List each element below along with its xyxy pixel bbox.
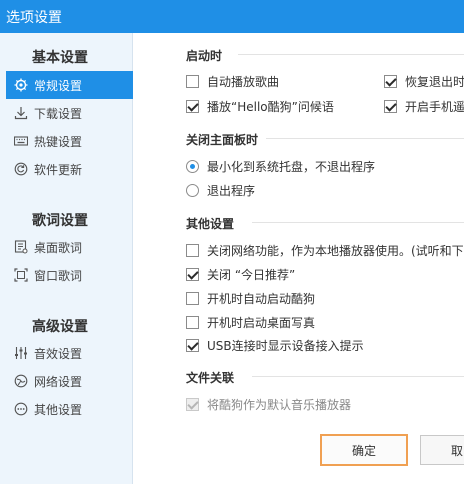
title-bar: 选项设置 (0, 0, 464, 33)
sidebar-item-hotkey[interactable]: 热键设置 (6, 127, 133, 155)
sidebar-item-general[interactable]: 常规设置 (6, 71, 133, 99)
checkbox[interactable] (186, 339, 199, 352)
option-phone-remote[interactable]: 开启手机遥 (384, 98, 464, 115)
download-icon (6, 99, 32, 127)
option-label: USB连接时显示设备接入提示 (207, 339, 364, 353)
checkbox[interactable] (186, 244, 199, 257)
ok-button[interactable]: 确定 (320, 434, 408, 466)
network-icon (6, 367, 32, 395)
update-icon (6, 155, 32, 183)
option-label: 开机时自动启动酷狗 (207, 292, 316, 306)
sidebar-item-label: 下载设置 (34, 106, 83, 121)
option-label: 将酷狗作为默认音乐播放器 (207, 398, 352, 412)
keyboard-icon (6, 127, 32, 155)
sidebar-item-label: 热键设置 (34, 134, 83, 149)
section-divider (238, 54, 464, 55)
sidebar-item-sound-effects[interactable]: 音效设置 (6, 339, 133, 367)
sidebar-item-label: 常规设置 (34, 78, 83, 93)
option-disable-network[interactable]: 关闭网络功能，作为本地播放器使用。(试听和下 (186, 242, 464, 259)
option-restore-on-exit[interactable]: 恢复退出时 (384, 73, 464, 90)
option-label: 关闭网络功能，作为本地播放器使用。(试听和下 (207, 244, 464, 258)
sidebar-item-network[interactable]: 网络设置 (6, 367, 133, 395)
option-disable-daily-recommend[interactable]: 关闭 “今日推荐” (186, 266, 295, 283)
cancel-button[interactable]: 取 (420, 435, 464, 465)
checkbox[interactable] (186, 75, 199, 88)
gear-icon (6, 71, 32, 99)
section-title-other: 其他设置 (186, 217, 235, 231)
option-autostart[interactable]: 开机时自动启动酷狗 (186, 290, 315, 307)
group-title-basic: 基本设置 (32, 50, 88, 66)
section-title-startup: 启动时 (186, 49, 223, 63)
section-title-close-panel: 关闭主面板时 (186, 133, 259, 147)
group-title-lyrics: 歌词设置 (32, 213, 88, 229)
sidebar-item-label: 网络设置 (34, 374, 83, 389)
equalizer-icon (6, 339, 32, 367)
sidebar-item-window-lyrics[interactable]: 窗口歌词 (6, 261, 133, 289)
checkbox[interactable] (384, 75, 397, 88)
option-default-player: 将酷狗作为默认音乐播放器 (186, 396, 351, 413)
sidebar-item-label: 窗口歌词 (34, 268, 83, 283)
sidebar-item-desktop-lyrics[interactable]: 桌面歌词 (6, 233, 133, 261)
option-label: 播放“Hello酷狗”问候语 (207, 100, 334, 114)
section-title-file-assoc: 文件关联 (186, 371, 235, 385)
option-label: 退出程序 (207, 184, 256, 198)
window-title: 选项设置 (6, 10, 62, 26)
option-label: 最小化到系统托盘，不退出程序 (207, 160, 376, 174)
option-label: 开启手机遥 (405, 100, 464, 114)
desktop-lyrics-icon (6, 233, 32, 261)
checkbox (186, 398, 199, 411)
option-label: 自动播放歌曲 (207, 75, 280, 89)
settings-panel: 启动时 自动播放歌曲 恢复退出时 播放“Hello酷狗”问候语 开启手机遥 关闭… (134, 33, 464, 484)
section-divider (252, 222, 464, 223)
sidebar-item-label: 音效设置 (34, 346, 83, 361)
section-divider (266, 138, 464, 139)
sidebar-item-label: 桌面歌词 (34, 240, 83, 255)
radio-button[interactable] (186, 160, 199, 173)
sidebar-item-other[interactable]: 其他设置 (6, 395, 133, 423)
option-label: 关闭 “今日推荐” (207, 268, 296, 282)
option-minimize-to-tray[interactable]: 最小化到系统托盘，不退出程序 (186, 158, 375, 175)
option-label: 恢复退出时 (405, 75, 464, 89)
checkbox[interactable] (186, 316, 199, 329)
option-desktop-photo[interactable]: 开机时启动桌面写真 (186, 314, 315, 331)
section-divider (252, 376, 464, 377)
sidebar-item-label: 其他设置 (34, 402, 83, 417)
window-lyrics-icon (6, 261, 32, 289)
more-icon (6, 395, 32, 423)
checkbox[interactable] (186, 292, 199, 305)
sidebar-item-update[interactable]: 软件更新 (6, 155, 133, 183)
sidebar: 基本设置 常规设置 下载设置 热键设置 软件更新 歌词设置 桌面歌词 窗口歌词 … (0, 33, 133, 484)
checkbox[interactable] (186, 100, 199, 113)
checkbox[interactable] (186, 268, 199, 281)
radio-button[interactable] (186, 184, 199, 197)
option-label: 开机时启动桌面写真 (207, 316, 316, 330)
option-hello-greeting[interactable]: 播放“Hello酷狗”问候语 (186, 98, 334, 115)
sidebar-item-download[interactable]: 下载设置 (6, 99, 133, 127)
checkbox[interactable] (384, 100, 397, 113)
sidebar-item-label: 软件更新 (34, 162, 83, 177)
option-auto-play[interactable]: 自动播放歌曲 (186, 73, 279, 90)
option-exit-program[interactable]: 退出程序 (186, 182, 255, 199)
option-usb-notify[interactable]: USB连接时显示设备接入提示 (186, 337, 364, 354)
group-title-advanced: 高级设置 (32, 319, 88, 335)
